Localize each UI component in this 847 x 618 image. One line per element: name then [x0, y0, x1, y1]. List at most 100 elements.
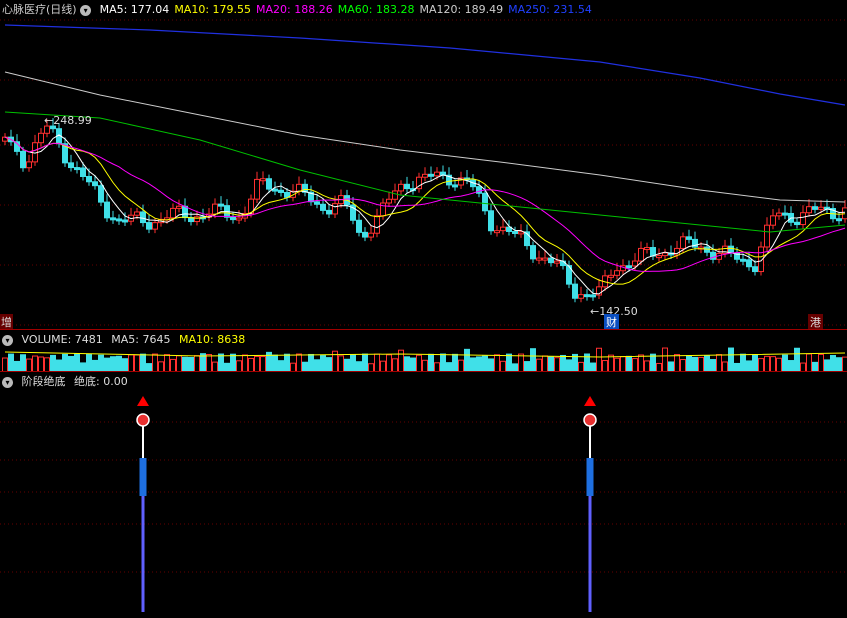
volume-bar — [188, 357, 194, 372]
candle-body — [494, 230, 500, 234]
volume-bar — [284, 353, 290, 372]
indicator-name: 阶段绝底 — [21, 375, 66, 388]
volume-bar — [692, 356, 698, 372]
volume-bar — [104, 357, 110, 372]
stock-title: 心脉医疗(日线) — [2, 3, 77, 16]
volume-bar — [662, 347, 668, 372]
volume-bar — [836, 357, 842, 372]
volume-bar — [260, 356, 266, 372]
volume-bar — [206, 354, 212, 372]
volume-bar — [614, 357, 620, 372]
volume-bar — [350, 354, 356, 372]
ma-legend-item: MA10: 179.55 — [174, 3, 252, 16]
candle-body — [656, 255, 662, 259]
circle-chevron-icon[interactable]: ▾ — [2, 334, 13, 346]
volume-header: ▾ VOLUME: 7481 MA5: 7645 MA10: 8638 — [0, 330, 250, 350]
candle-body — [422, 173, 428, 178]
indicator-panel[interactable]: ▾ 阶段绝底 绝底: 0.00 — [0, 372, 847, 618]
bottom-event-tag[interactable]: 财 — [604, 314, 619, 330]
volume-bar — [758, 358, 764, 372]
volume-bar — [764, 355, 770, 372]
volume-bar — [542, 355, 548, 372]
volume-bar — [176, 355, 182, 372]
volume-bar — [8, 353, 14, 372]
volume-bar — [830, 354, 836, 372]
ma-legend-item: MA60: 183.28 — [337, 3, 415, 16]
volume-bar — [740, 353, 746, 372]
volume-bar — [194, 355, 200, 372]
price-header: 心脉医疗(日线) ▾ MA5: 177.04 MA10: 179.55 MA20: … — [0, 0, 597, 20]
volume-bar — [218, 353, 224, 372]
volume-bar — [620, 356, 626, 372]
volume-bar — [326, 357, 332, 372]
indicator-chart[interactable] — [0, 372, 847, 618]
candle-body — [794, 221, 800, 226]
volume-bar — [68, 356, 74, 372]
volume-bar — [554, 357, 560, 372]
candle-body — [104, 201, 110, 219]
candle-body — [836, 218, 842, 222]
candle-body — [44, 125, 50, 134]
volume-bar — [482, 355, 488, 372]
circle-chevron-icon[interactable]: ▾ — [2, 376, 13, 388]
volume-bar — [248, 357, 254, 372]
volume-bar — [2, 357, 8, 372]
candle-body — [26, 161, 32, 169]
candle-body — [122, 219, 128, 223]
indicator-header: ▾ 阶段绝底 绝底: 0.00 — [0, 372, 133, 392]
candle-body — [764, 224, 770, 248]
volume-bar — [410, 357, 416, 372]
ma-legend-item: MA20: 188.26 — [256, 3, 333, 16]
volume-bar — [794, 347, 800, 372]
volume-value: VOLUME: 7481 — [21, 333, 103, 346]
candle-body — [662, 252, 668, 257]
volume-bar — [134, 354, 140, 372]
candle-body — [632, 260, 638, 267]
left-event-tag[interactable]: 增 — [0, 314, 13, 330]
signal-dot — [583, 413, 597, 427]
volume-bar — [62, 353, 68, 372]
candle-body — [686, 236, 692, 240]
candle-body — [428, 173, 434, 177]
volume-bar — [452, 353, 458, 372]
candle-body — [548, 257, 554, 264]
signal-bar — [586, 458, 594, 496]
candle-body — [536, 257, 542, 261]
candle-body — [74, 167, 80, 171]
volume-bar — [272, 354, 278, 372]
candle-body — [194, 216, 200, 223]
volume-ma10: MA10: 8638 — [178, 333, 246, 346]
candle-body — [554, 260, 560, 264]
candle-body — [488, 210, 494, 232]
candle-body — [68, 162, 74, 169]
volume-bar — [122, 358, 128, 372]
candle-body — [770, 215, 776, 226]
volume-panel[interactable]: ▾ VOLUME: 7481 MA5: 7645 MA10: 8638 — [0, 330, 847, 372]
ma250-line — [4, 24, 846, 106]
ma-legend-item: MA5: 177.04 — [99, 3, 170, 16]
ma-legend-item: MA250: 231.54 — [508, 3, 592, 16]
right-event-tag[interactable]: 港 — [808, 314, 823, 330]
volume-bar — [626, 355, 632, 372]
volume-bar — [308, 353, 314, 372]
candle-body — [260, 178, 266, 182]
volume-bar — [140, 353, 146, 372]
price-panel[interactable]: 心脉医疗(日线) ▾ MA5: 177.04 MA10: 179.55 MA20: … — [0, 0, 847, 330]
candle-body — [332, 203, 338, 215]
volume-bar — [32, 355, 38, 372]
volume-bar — [152, 353, 158, 372]
candle-body — [782, 212, 788, 216]
candle-body — [542, 257, 548, 261]
candle-body — [98, 185, 104, 203]
candle-body — [626, 265, 632, 269]
candle-body — [644, 247, 650, 251]
candle-body — [584, 294, 590, 298]
candlestick-chart[interactable] — [0, 0, 847, 330]
volume-bar — [560, 354, 566, 372]
volume-bar — [776, 357, 782, 372]
volume-bar — [128, 354, 134, 372]
candle-body — [176, 205, 182, 209]
candle-body — [356, 219, 362, 233]
volume-bar — [98, 354, 104, 372]
circle-chevron-icon[interactable]: ▾ — [80, 4, 92, 16]
